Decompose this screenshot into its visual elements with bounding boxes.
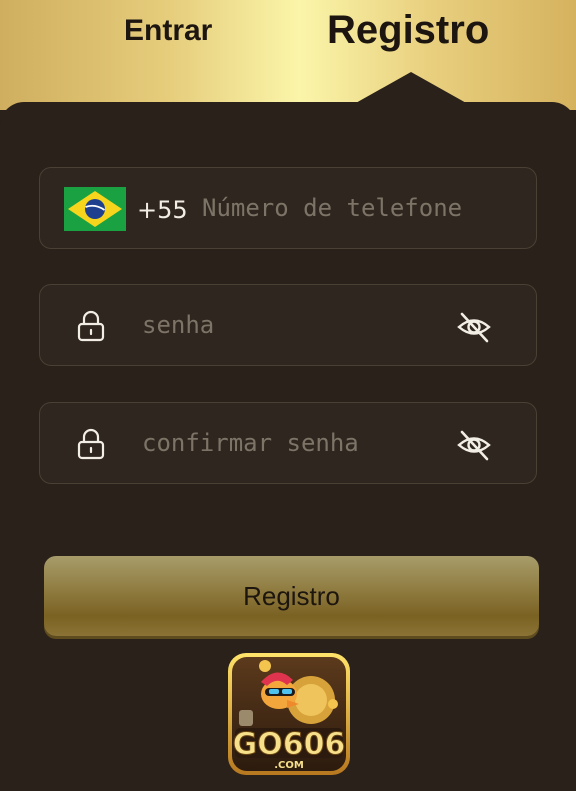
lock-icon [77,428,105,460]
eye-off-icon[interactable] [456,428,492,462]
logo-brand-text: GO606 [233,727,346,762]
confirm-password-input[interactable] [142,403,442,483]
confirm-password-field [39,402,537,484]
country-code[interactable]: +55 [137,196,188,224]
password-field [39,284,537,366]
tab-entrar[interactable]: Entrar [124,14,212,48]
logo-domain-text: .COM [274,760,304,771]
lock-icon [77,310,105,342]
go606-logo: GO606 .COM [228,653,350,775]
password-input[interactable] [142,285,442,365]
phone-field: +55 [39,167,537,249]
eye-off-icon[interactable] [456,310,492,344]
tab-registro[interactable]: Registro [327,8,489,53]
register-button[interactable]: Registro [44,556,539,636]
phone-input[interactable] [202,168,522,248]
brazil-flag-icon[interactable] [64,187,126,231]
header-tabs-bar: Entrar Registro [0,0,576,110]
active-tab-indicator [354,72,468,104]
